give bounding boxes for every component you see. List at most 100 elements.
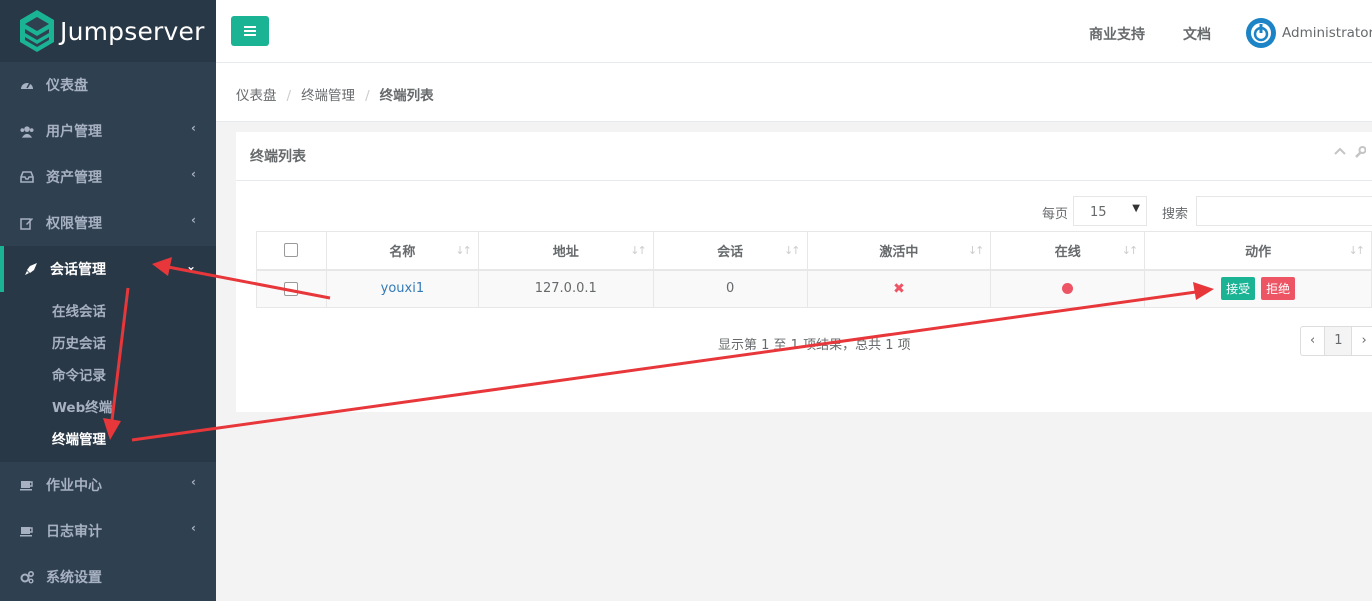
reject-button[interactable]: 拒绝 [1261, 277, 1296, 301]
terminal-session-count: 0 [652, 269, 808, 308]
sort-icon: ↓↑ [455, 244, 472, 257]
breadcrumb-section[interactable]: 终端管理 [301, 88, 355, 104]
table-header-row: 名称 ↓↑ 地址 ↓↑ 会话 ↓↑ 激活中 ↓↑ 在线 ↓↑ 动作 ↓↑ [256, 231, 1372, 271]
top-navbar: 商业支持 文档 Administrator [216, 0, 1372, 63]
users-icon [20, 124, 34, 138]
terminal-table: 名称 ↓↑ 地址 ↓↑ 会话 ↓↑ 激活中 ↓↑ 在线 ↓↑ 动作 ↓↑ youxi1 12… [256, 231, 1372, 308]
brand-name: Jumpserver [60, 16, 205, 46]
gears-icon [20, 570, 34, 584]
terminal-name-cell: youxi1 [325, 269, 479, 308]
sidebar-item-label: 仪表盘 [46, 78, 88, 94]
breadcrumb-current: 终端列表 [379, 88, 434, 104]
terminal-list-panel: 终端列表 每页 15 ▼ 搜索 名称 ↓↑ 地址 ↓↑ 会话 ↓↑ 激活中 ↓↑ 在线 ↓… [236, 132, 1372, 412]
column-header-address[interactable]: 地址 ↓↑ [477, 231, 654, 271]
sort-icon: ↓↑ [784, 244, 801, 257]
breadcrumb-separator: / [286, 88, 292, 104]
table-row: youxi1 127.0.0.1 0 ✖ 接受 拒绝 [256, 269, 1372, 308]
sidebar-item-label: 用户管理 [46, 124, 102, 140]
select-all-checkbox[interactable] [284, 243, 299, 258]
coffee-icon [20, 524, 34, 538]
caret-down-icon: ▼ [1132, 203, 1140, 214]
rocket-icon [24, 262, 38, 276]
panel-title: 终端列表 [250, 149, 306, 165]
search-label: 搜索 [1162, 207, 1189, 222]
chevron-left-icon: ‹ [191, 521, 196, 535]
x-icon: ✖ [893, 280, 905, 297]
search-input[interactable] [1196, 196, 1372, 226]
row-select-cell [256, 269, 327, 308]
column-header-online[interactable]: 在线 ↓↑ [990, 231, 1146, 271]
pagination-page[interactable]: 1 [1325, 327, 1353, 355]
coffee-icon [20, 478, 34, 492]
submenu-web-terminal[interactable]: Web终端 [52, 396, 112, 416]
sidebar-item-users[interactable]: 用户管理 ‹ [0, 108, 216, 154]
active-status-cell: ✖ [806, 269, 992, 308]
sidebar-item-audit[interactable]: 日志审计 ‹ [0, 508, 216, 554]
submenu-online-sessions[interactable]: 在线会话 [52, 300, 106, 320]
dashboard-icon [20, 78, 34, 92]
terminal-address: 127.0.0.1 [477, 269, 654, 308]
actions-cell: 接受 拒绝 [1144, 269, 1372, 308]
sort-icon: ↓↑ [1121, 244, 1139, 257]
sidebar-item-label: 系统设置 [46, 570, 102, 586]
perpage-select[interactable]: 15 ▼ [1073, 196, 1147, 226]
sessions-submenu: 在线会话 历史会话 命令记录 Web终端 终端管理 [0, 292, 216, 462]
inbox-icon [20, 170, 34, 184]
perpage-value: 15 [1090, 205, 1107, 220]
row-checkbox[interactable] [284, 281, 299, 296]
pagination-next[interactable]: › [1352, 327, 1372, 355]
perpage-label: 每页 [1042, 207, 1069, 222]
column-header-actions[interactable]: 动作 ↓↑ [1144, 231, 1372, 271]
column-header-active[interactable]: 激活中 ↓↑ [806, 231, 992, 271]
sidebar-item-label: 作业中心 [46, 478, 102, 494]
sort-icon: ↓↑ [967, 244, 985, 257]
menu-toggle-button[interactable] [231, 16, 269, 46]
panel-header: 终端列表 [236, 132, 1372, 181]
submenu-session-history[interactable]: 历史会话 [52, 332, 106, 352]
select-all-cell [256, 231, 327, 271]
sidebar-item-settings[interactable]: 系统设置 [0, 554, 216, 600]
chevron-left-icon: ‹ [191, 121, 196, 135]
sidebar-item-label: 日志审计 [46, 524, 102, 540]
sidebar-item-permissions[interactable]: 权限管理 ‹ [0, 200, 216, 246]
breadcrumb-bar: 仪表盘 / 终端管理 / 终端列表 [216, 63, 1372, 122]
pagination: ‹ 1 › [1300, 326, 1372, 356]
chevron-left-icon: ‹ [191, 475, 196, 489]
edit-icon [20, 216, 34, 230]
column-header-sessions[interactable]: 会话 ↓↑ [652, 231, 808, 271]
sidebar-item-assets[interactable]: 资产管理 ‹ [0, 154, 216, 200]
chevron-up-icon[interactable] [1334, 146, 1346, 156]
chevron-down-icon: ⌄ [185, 259, 196, 273]
support-link[interactable]: 商业支持 [1089, 24, 1145, 44]
sidebar-item-dashboard[interactable]: 仪表盘 [0, 62, 216, 108]
user-name[interactable]: Administrator [1282, 25, 1372, 41]
breadcrumb-separator: / [365, 88, 370, 104]
wrench-icon[interactable] [1354, 146, 1366, 158]
logo[interactable]: Jumpserver [0, 0, 216, 62]
submenu-command-log[interactable]: 命令记录 [52, 364, 106, 384]
sidebar: Jumpserver 仪表盘 用户管理 ‹ 资产管理 ‹ 权限管理 ‹ 会话管理… [0, 0, 216, 601]
terminal-name-link[interactable]: youxi1 [381, 281, 424, 296]
table-info: 显示第 1 至 1 项结果，总共 1 项 [718, 338, 911, 353]
sidebar-item-sessions[interactable]: 会话管理 ⌄ [0, 246, 216, 292]
offline-status-dot [1062, 283, 1074, 295]
docs-link[interactable]: 文档 [1183, 24, 1211, 44]
column-header-name[interactable]: 名称 ↓↑ [325, 231, 479, 271]
sidebar-item-label: 会话管理 [50, 262, 106, 278]
sidebar-item-label: 权限管理 [46, 216, 102, 232]
jumpserver-logo-icon [20, 10, 54, 52]
accept-button[interactable]: 接受 [1221, 277, 1256, 301]
chevron-left-icon: ‹ [191, 167, 196, 181]
sidebar-item-jobs[interactable]: 作业中心 ‹ [0, 462, 216, 508]
sort-icon: ↓↑ [630, 244, 647, 257]
sidebar-item-label: 资产管理 [46, 170, 102, 186]
sort-icon: ↓↑ [1348, 244, 1366, 257]
online-status-cell [990, 269, 1146, 308]
breadcrumb: 仪表盘 / 终端管理 / 终端列表 [236, 84, 434, 104]
avatar[interactable] [1246, 18, 1276, 48]
submenu-terminal-management[interactable]: 终端管理 [52, 428, 106, 448]
breadcrumb-home[interactable]: 仪表盘 [236, 88, 277, 104]
pagination-prev[interactable]: ‹ [1301, 327, 1326, 355]
chevron-left-icon: ‹ [191, 213, 196, 227]
panel-tools [1334, 146, 1366, 158]
